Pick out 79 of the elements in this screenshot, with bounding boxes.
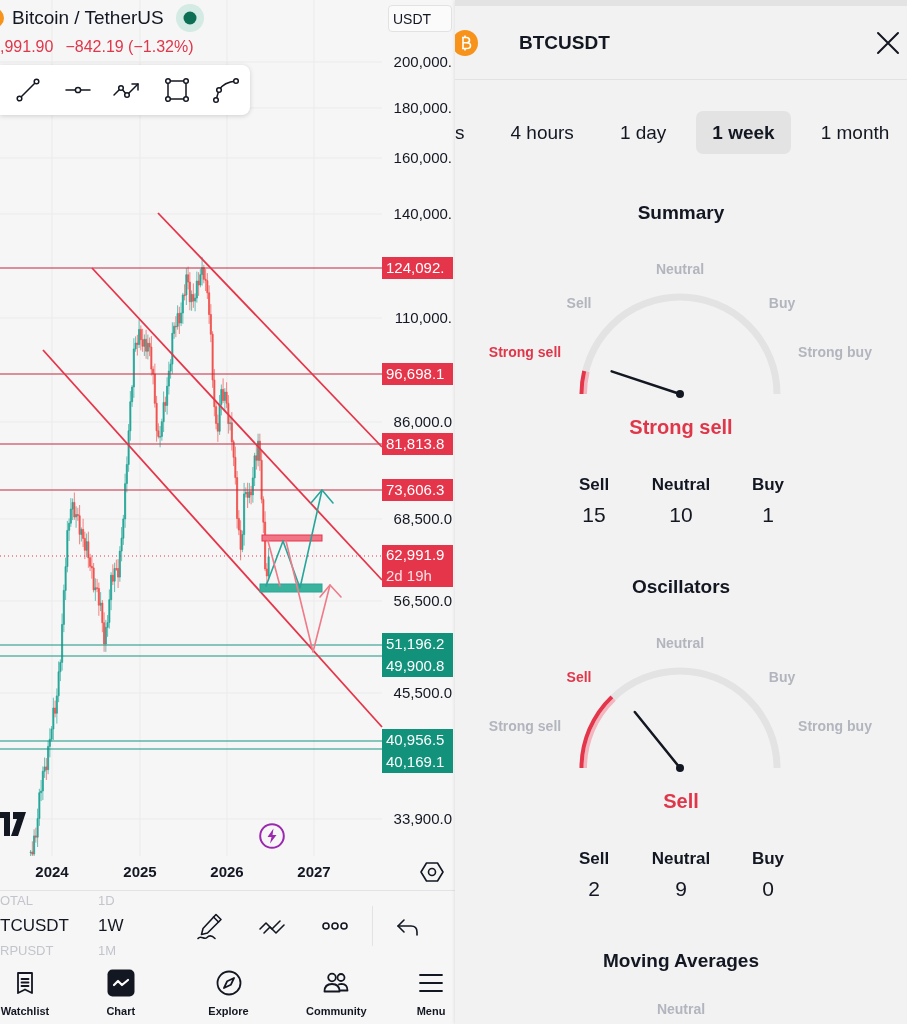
countdown-tag: 2d 19h (382, 565, 453, 587)
time-axis-label: 2025 (122, 862, 158, 882)
timeframe-tab[interactable]: 1 day (603, 111, 683, 154)
count-label: Buy (751, 474, 785, 496)
coin-icon (0, 8, 4, 28)
timeframe-tab[interactable]: 4 hours (494, 111, 590, 154)
gauge-label: Buy (768, 668, 796, 686)
price-zone (261, 534, 323, 542)
status-dot-icon (175, 4, 204, 32)
price-axis-label: 160,000. (393, 148, 452, 168)
price-tag: 40,169.1 (382, 751, 453, 773)
price-axis-label: 86,000.0 (393, 412, 452, 432)
gauge-label: Strong buy (798, 717, 872, 735)
price-tag: 49,900.8 (382, 655, 453, 677)
gauge-label: Buy (768, 294, 796, 312)
gauge-label: Neutral (655, 260, 705, 278)
nav-item[interactable]: Explore (191, 960, 266, 1024)
price-tag: 124,092. (382, 257, 453, 279)
count-label: Neutral (651, 848, 711, 870)
gauge-label: Strong sell (488, 343, 562, 361)
price-axis-label: 56,500.0 (393, 591, 452, 611)
price-axis-label: 200,000. (393, 52, 452, 72)
time-axis-label: 2026 (209, 862, 245, 882)
count-value: 15 (582, 502, 606, 528)
nav-item[interactable]: Watchlist (0, 960, 50, 1024)
price-tag: 81,813.8 (382, 433, 453, 455)
timeframe-tab[interactable]: s (455, 111, 481, 154)
price-axis-label: 45,500.0 (393, 683, 452, 703)
curve-icon[interactable] (211, 75, 241, 105)
currency-button[interactable]: USDT (388, 5, 452, 32)
section-title: Oscillators (631, 575, 731, 599)
section-title: Moving Averages (603, 949, 759, 973)
close-icon[interactable] (876, 30, 900, 55)
verdict-label: Strong sell (629, 415, 733, 440)
price-change: −842.19 (−1.32%) (65, 38, 194, 56)
gauge-label: Sell (566, 294, 592, 312)
time-axis-label: 2024 (34, 862, 70, 882)
count-label: Buy (751, 848, 785, 870)
gauge-label: Sell (566, 668, 592, 686)
settings-icon[interactable] (420, 860, 444, 884)
panel-title: BTCUSDT (519, 31, 610, 54)
price-axis-label: 110,000. (394, 308, 452, 328)
price-zone (259, 583, 323, 593)
gauge-label: Strong sell (488, 717, 562, 735)
price-tag: 73,606.3 (382, 479, 453, 501)
nav-item[interactable]: Community (299, 960, 374, 1024)
lightning-icon[interactable] (259, 823, 285, 849)
timeframe-tab[interactable]: 1 month (804, 111, 906, 154)
price-tag: 51,196.2 (382, 633, 453, 655)
price-tag: 62,991.9 (382, 545, 453, 565)
count-value: 9 (675, 876, 687, 902)
price-axis-label: 140,000. (393, 204, 452, 224)
picker-symbol[interactable]: TCUSDT (0, 909, 98, 942)
symbol-title: Bitcoin / TetherUS (12, 7, 164, 29)
gauge-label: Neutral (656, 1000, 706, 1018)
gauge-label: Strong buy (798, 343, 872, 361)
count-value: 0 (762, 876, 774, 902)
price-tag: 40,956.5 (382, 729, 453, 751)
gauge-label: Neutral (655, 634, 705, 652)
count-value: 2 (588, 876, 600, 902)
picker-interval[interactable]: 1W (98, 909, 195, 942)
count-label: Sell (578, 848, 610, 870)
trend-line-icon[interactable] (13, 75, 43, 105)
logo-icon (0, 812, 26, 836)
verdict-label: Sell (663, 789, 699, 814)
count-label: Sell (578, 474, 610, 496)
price-axis-label: 33,900.0 (393, 809, 452, 829)
price-axis-label: 68,500.0 (393, 509, 452, 529)
nav-item[interactable]: Chart (83, 960, 158, 1024)
price-axis-label: 180,000. (393, 98, 452, 118)
last-price: ,991.90 (0, 38, 54, 56)
nav-item[interactable]: Menu (407, 960, 455, 1024)
price-tag: 96,698.1 (382, 363, 453, 385)
timeframe-tab[interactable]: 1 week (696, 111, 791, 154)
count-label: Neutral (651, 474, 711, 496)
count-value: 10 (669, 502, 693, 528)
time-axis-label: 2027 (296, 862, 332, 882)
count-value: 1 (762, 502, 774, 528)
section-title: Summary (637, 201, 725, 225)
